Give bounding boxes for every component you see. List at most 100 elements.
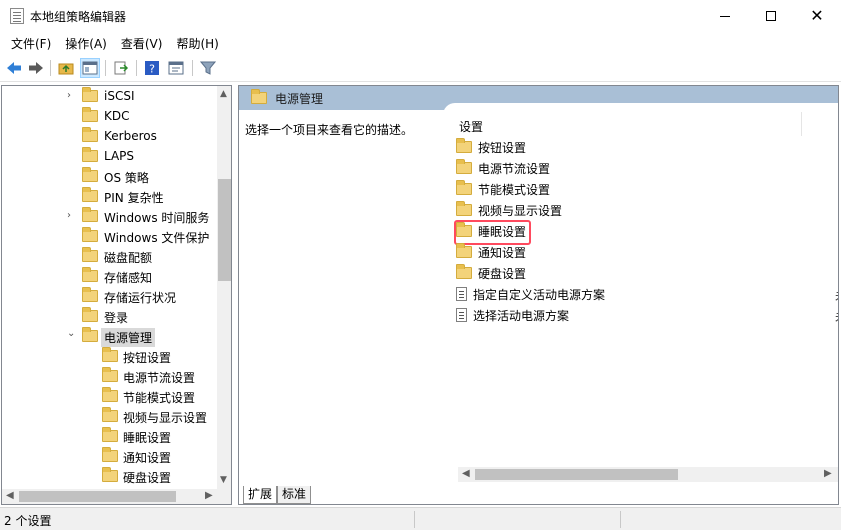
folder-icon [82, 307, 98, 322]
policy-setting-icon [456, 308, 467, 322]
folder-icon [251, 89, 267, 104]
up-one-level-button[interactable] [56, 58, 76, 78]
show-hide-tree-icon [82, 61, 98, 75]
chevron-right-icon[interactable]: › [67, 211, 77, 221]
policy-setting-icon [456, 287, 467, 301]
tree-item-label: Windows 时间服务 [104, 211, 210, 225]
tree-horizontal-scroll-thumb[interactable] [19, 491, 176, 502]
menu-action[interactable]: 操作(A) [58, 35, 114, 52]
tree-item-label: 视频与显示设置 [123, 411, 208, 425]
folder-icon [102, 407, 118, 422]
scroll-down-icon[interactable]: ▼ [220, 475, 227, 485]
menu-file[interactable]: 文件(F) [4, 35, 58, 52]
scroll-left-icon[interactable]: ◀ [6, 490, 14, 501]
toolbar-separator [50, 60, 51, 76]
chevron-right-icon[interactable]: › [67, 91, 77, 101]
folder-icon [82, 127, 98, 142]
tree-item-label: iSCSI [104, 89, 135, 103]
list-item[interactable]: 节能模式设置 [456, 179, 550, 199]
app-icon [10, 8, 24, 24]
column-header-setting[interactable]: 设置 [459, 118, 483, 135]
chevron-down-icon[interactable]: ⌄ [67, 329, 77, 339]
tree-item-label: 电源管理 [101, 328, 156, 347]
folder-icon [82, 267, 98, 282]
scroll-left-icon[interactable]: ◀ [462, 468, 470, 479]
tab-standard[interactable]: 标准 [277, 486, 312, 504]
up-folder-icon [58, 63, 74, 75]
export-list-button[interactable] [111, 58, 131, 78]
list-item[interactable]: 按钮设置 [456, 137, 526, 157]
description-text: 选择一个项目来查看它的描述。 [245, 123, 414, 137]
list-item[interactable]: 指定自定义活动电源方案 [456, 284, 605, 304]
toolbar-separator [136, 60, 137, 76]
folder-icon [82, 87, 98, 102]
tree-item-label: LAPS [104, 149, 135, 163]
properties-button[interactable] [166, 58, 186, 78]
folder-icon [456, 264, 472, 279]
help-button[interactable]: ? [142, 58, 162, 78]
filter-button[interactable] [198, 58, 218, 78]
menu-help[interactable]: 帮助(H) [169, 35, 225, 52]
list-item[interactable]: 视频与显示设置 [456, 200, 562, 220]
menu-bar: 文件(F) 操作(A) 查看(V) 帮助(H) [0, 32, 841, 54]
back-arrow-icon [7, 62, 21, 74]
show-hide-tree-button[interactable] [80, 58, 100, 78]
tree-item-label: 通知设置 [123, 451, 172, 465]
scroll-right-icon[interactable]: ▶ [205, 490, 213, 501]
list-item[interactable]: 通知设置 [456, 242, 526, 262]
tree-item-label: 睡眠设置 [123, 431, 172, 445]
list-item-label: 指定自定义活动电源方案 [473, 287, 606, 302]
scroll-right-icon[interactable]: ▶ [824, 468, 832, 479]
tree-item-label: KDC [104, 109, 130, 123]
tree-item-label: 节能模式设置 [123, 391, 196, 405]
tree-item-label: 按钮设置 [123, 351, 172, 365]
list-item-label: 节能模式设置 [478, 182, 551, 197]
tree-item-label: PIN 复杂性 [104, 191, 164, 205]
tree-item-label: 登录 [104, 311, 129, 325]
folder-icon [456, 201, 472, 216]
title-bar: 本地组策略编辑器 ✕ [0, 0, 841, 32]
maximize-button[interactable] [748, 0, 794, 32]
list-horizontal-scroll-thumb[interactable] [475, 469, 678, 480]
tree-vertical-scroll-thumb[interactable] [218, 179, 231, 281]
list-horizontal-scrollbar[interactable]: ◀ ▶ [458, 467, 838, 482]
toolbar-separator [192, 60, 193, 76]
details-header-title: 电源管理 [275, 91, 324, 106]
folder-icon [102, 347, 118, 362]
column-divider[interactable] [801, 112, 802, 136]
tree-horizontal-scrollbar[interactable]: ◀ ▶ [2, 489, 231, 504]
folder-icon [456, 138, 472, 153]
folder-icon [456, 159, 472, 174]
folder-icon [456, 243, 472, 258]
folder-icon [102, 447, 118, 462]
list-item-label: 按钮设置 [478, 140, 527, 155]
tree-item-label: 存储运行状况 [104, 291, 177, 305]
folder-icon [102, 387, 118, 402]
status-text: 2 个设置 [4, 514, 52, 528]
back-button[interactable] [4, 58, 24, 78]
tab-extended[interactable]: 扩展 [243, 486, 278, 504]
list-item[interactable]: 硬盘设置 [456, 263, 526, 283]
list-item[interactable]: 选择活动电源方案 [456, 305, 569, 325]
folder-icon [82, 287, 98, 302]
maximize-icon [766, 11, 776, 21]
scroll-up-icon[interactable]: ▲ [220, 89, 227, 99]
state-cell: 未 [835, 308, 838, 325]
window-title: 本地组策略编辑器 [30, 10, 127, 24]
navigation-tree[interactable]: › iSCSI KDC Kerberos LAPS OS 策略 PIN 复杂性 … [1, 85, 232, 505]
tree-item-label: Kerberos [104, 129, 157, 143]
folder-icon [82, 167, 98, 182]
filter-icon [200, 61, 216, 75]
menu-view[interactable]: 查看(V) [114, 35, 170, 52]
list-item[interactable]: 电源节流设置 [456, 158, 550, 178]
folder-icon [82, 207, 98, 222]
close-button[interactable]: ✕ [794, 0, 840, 32]
tree-vertical-scrollbar[interactable]: ▲ ▼ [217, 86, 231, 489]
status-separator [620, 511, 621, 528]
forward-button[interactable] [26, 58, 46, 78]
details-pane: 电源管理 选择一个项目来查看它的描述。 设置 按钮设置 电源节流设置 节能模式设… [238, 85, 839, 505]
help-icon: ? [145, 61, 159, 76]
tree-item-label: OS 策略 [104, 171, 149, 185]
minimize-button[interactable] [702, 0, 748, 32]
list-item-label: 通知设置 [478, 245, 527, 260]
